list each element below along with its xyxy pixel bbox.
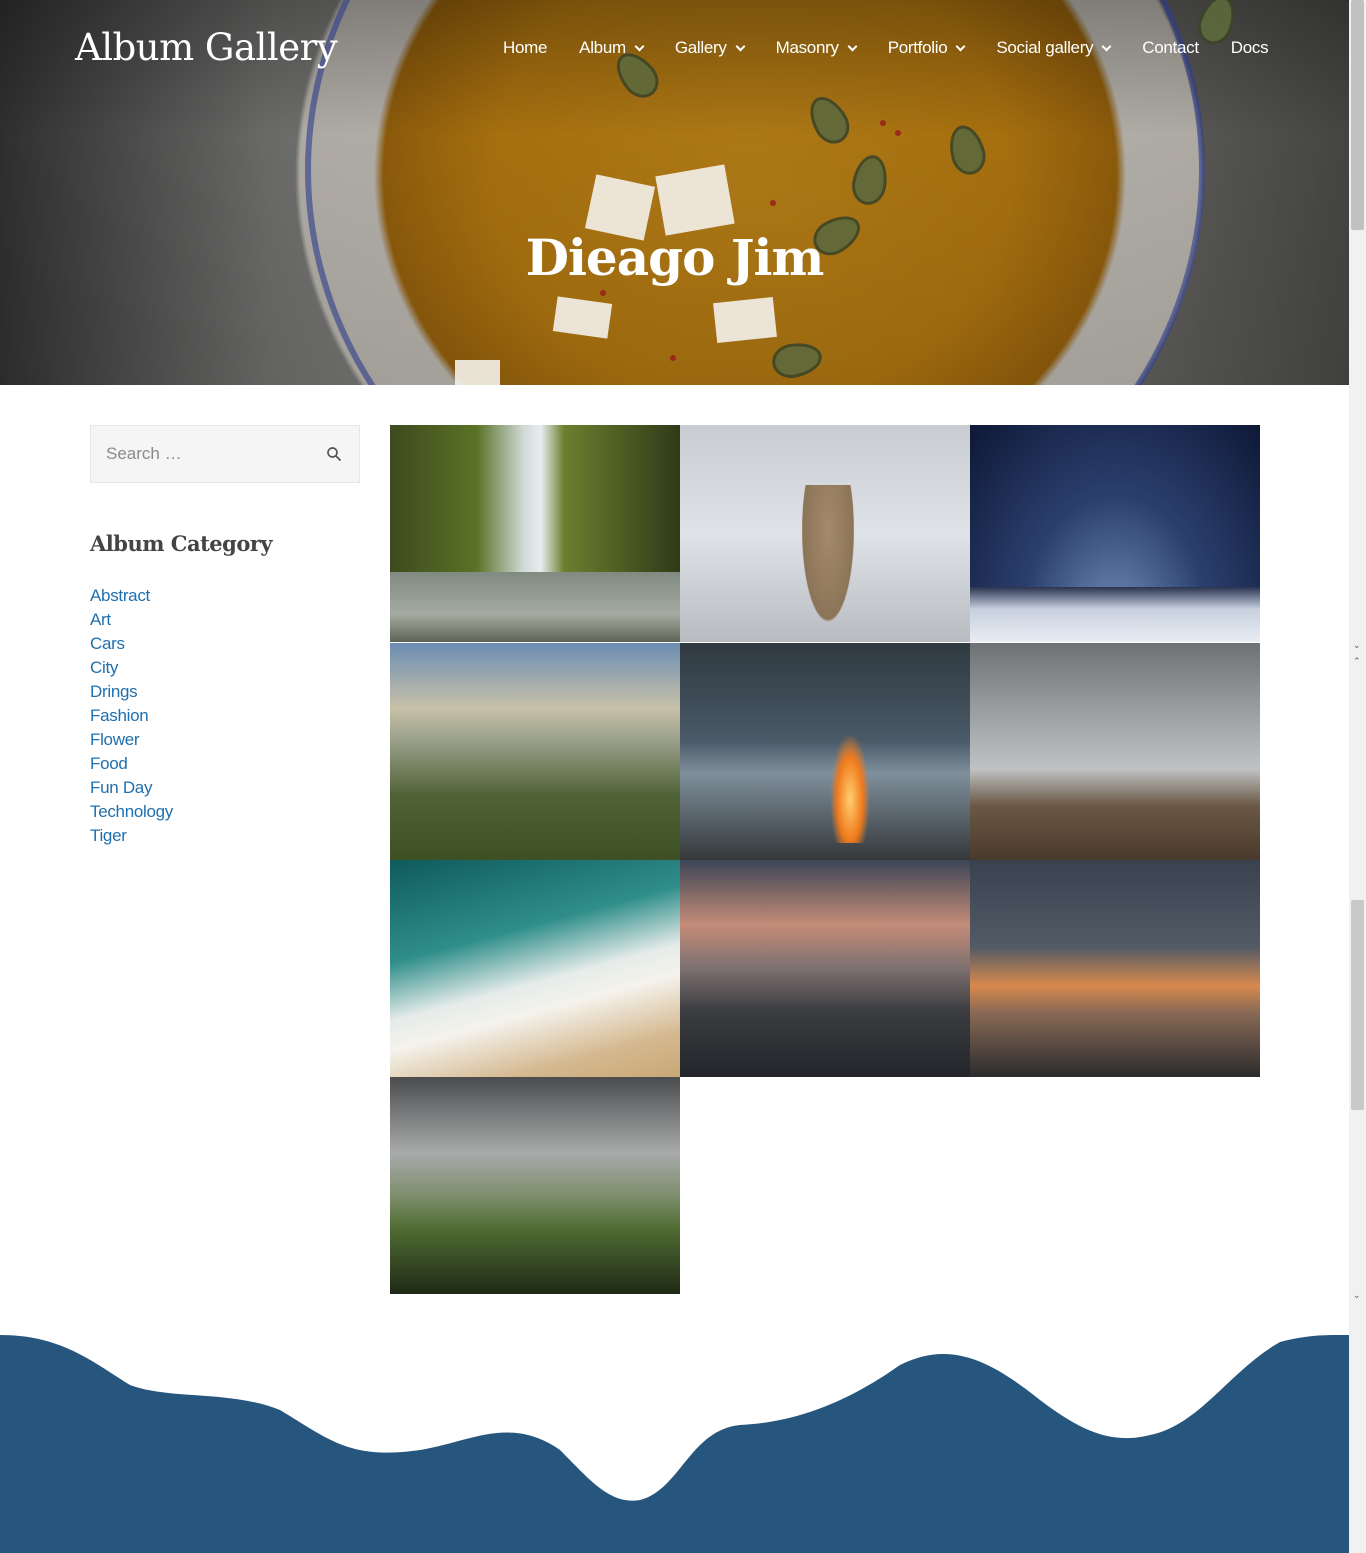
category-link-abstract[interactable]: Abstract <box>90 584 173 608</box>
nav-label: Gallery <box>674 38 727 57</box>
cheese-decoration <box>655 164 735 236</box>
search-icon[interactable] <box>325 445 343 463</box>
nav-label: Contact <box>1142 38 1199 57</box>
chevron-down-icon[interactable]: ⌄ <box>1353 1292 1362 1301</box>
footer-wave <box>0 1334 1349 1553</box>
gallery-image-misty-plain[interactable] <box>970 643 1260 860</box>
cheese-decoration <box>713 296 777 344</box>
nav-item-contact[interactable]: Contact <box>1142 38 1199 58</box>
gallery-image-waterfall[interactable] <box>390 425 680 642</box>
chili-decoration <box>770 200 776 206</box>
hero-banner: Album Gallery Home Album Gallery Masonry… <box>0 0 1349 385</box>
scrollbar-thumb[interactable] <box>1351 0 1364 230</box>
chili-decoration <box>880 120 886 126</box>
chevron-down-icon <box>634 41 645 52</box>
gallery-image-city-skyline[interactable] <box>680 860 970 1077</box>
chevron-down-icon <box>847 41 858 52</box>
gallery-image-starry-sky[interactable] <box>970 425 1260 642</box>
category-list: Abstract Art Cars City Drings Fashion Fl… <box>90 584 173 848</box>
chevron-down-icon <box>955 41 966 52</box>
gallery-image-valley[interactable] <box>390 643 680 860</box>
category-link-technology[interactable]: Technology <box>90 800 173 824</box>
gallery-image-mesa-mountain[interactable] <box>390 1077 680 1294</box>
chevron-down-icon <box>735 41 746 52</box>
nav-item-album[interactable]: Album <box>579 38 645 58</box>
page-scrollbar[interactable]: ⌄ ⌃ ⌄ <box>1349 0 1366 1553</box>
category-link-cars[interactable]: Cars <box>90 632 173 656</box>
main-nav: Home Album Gallery Masonry Portfolio Soc… <box>503 38 1269 58</box>
category-link-tiger[interactable]: Tiger <box>90 824 173 848</box>
category-link-fun-day[interactable]: Fun Day <box>90 776 173 800</box>
cheese-decoration <box>455 360 500 385</box>
nav-label: Masonry <box>775 38 839 57</box>
nav-label: Album <box>579 38 626 57</box>
chevron-down-icon <box>1101 41 1112 52</box>
nav-item-home[interactable]: Home <box>503 38 547 58</box>
nav-label: Portfolio <box>887 38 948 57</box>
nav-item-social-gallery[interactable]: Social gallery <box>996 38 1112 58</box>
nav-item-masonry[interactable]: Masonry <box>775 38 858 58</box>
gallery-image-campfire[interactable] <box>680 643 970 860</box>
gallery-image-sea-shore[interactable] <box>390 860 680 1077</box>
category-link-flower[interactable]: Flower <box>90 728 173 752</box>
nav-label: Social gallery <box>996 38 1094 57</box>
cheese-decoration <box>552 296 613 339</box>
chevron-down-icon[interactable]: ⌄ <box>1353 642 1362 651</box>
nav-item-portfolio[interactable]: Portfolio <box>887 38 966 58</box>
chili-decoration <box>600 290 606 296</box>
category-link-city[interactable]: City <box>90 656 173 680</box>
gallery-image-deer[interactable] <box>680 425 970 642</box>
chili-decoration <box>670 355 676 361</box>
nav-item-gallery[interactable]: Gallery <box>674 38 746 58</box>
category-link-art[interactable]: Art <box>90 608 173 632</box>
category-link-drings[interactable]: Drings <box>90 680 173 704</box>
scrollbar-thumb-secondary[interactable] <box>1351 900 1364 1110</box>
nav-label: Home <box>503 38 548 57</box>
nav-label: Docs <box>1230 38 1269 57</box>
widget-title: Album Category <box>90 531 273 556</box>
category-link-food[interactable]: Food <box>90 752 173 776</box>
page-title: Dieago Jim <box>525 228 825 287</box>
nav-item-docs[interactable]: Docs <box>1231 38 1269 58</box>
site-logo[interactable]: Album Gallery <box>75 26 338 69</box>
chili-decoration <box>895 130 901 136</box>
chevron-up-icon[interactable]: ⌃ <box>1353 658 1362 667</box>
gallery-image-sunset-sky[interactable] <box>970 860 1260 1077</box>
search-form <box>90 425 360 483</box>
category-link-fashion[interactable]: Fashion <box>90 704 173 728</box>
search-input[interactable] <box>106 444 306 464</box>
